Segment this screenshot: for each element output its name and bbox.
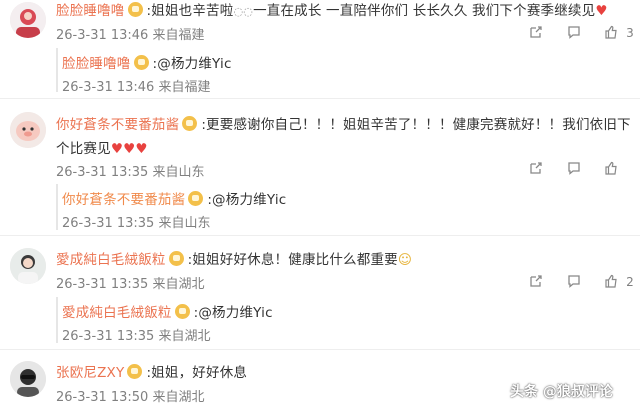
reply-username[interactable]: 脸脸睡噜噜 bbox=[62, 56, 131, 72]
reply-line: 愛成純白毛絨飯粒 :@杨力维Yic bbox=[62, 301, 273, 321]
reply-username[interactable]: 你好蒼条不要番茄酱 bbox=[62, 192, 185, 208]
comment-text: :姐姐也辛苦啦 bbox=[146, 3, 234, 19]
avatar[interactable] bbox=[10, 2, 46, 38]
reply-line: 你好蒼条不要番茄酱 :@杨力维Yic bbox=[62, 188, 286, 208]
fan-badge-icon bbox=[182, 116, 198, 131]
reply-divider bbox=[56, 297, 58, 343]
fan-badge-icon bbox=[127, 364, 143, 379]
like-count: 2 bbox=[626, 275, 634, 289]
avatar-image bbox=[10, 361, 46, 397]
heart-emoji-icon: ♥♥♥ bbox=[110, 141, 148, 157]
fan-badge-icon bbox=[133, 55, 149, 70]
comment-meta: 26-3-31 13:35 来自山东 bbox=[56, 165, 205, 180]
reply-divider bbox=[56, 48, 58, 92]
comment-username[interactable]: 愛成純白毛絨飯粒 bbox=[56, 252, 166, 268]
comment-text: :更要感谢你自己！！！姐姐辛苦了！！！健康完赛就好！！我们依旧下 bbox=[201, 117, 631, 133]
reply-divider bbox=[56, 184, 58, 230]
comment-separator bbox=[0, 349, 640, 350]
share-icon[interactable] bbox=[529, 161, 543, 175]
fan-badge-icon bbox=[127, 2, 143, 17]
comment-line-2: 个比赛见♥♥♥ bbox=[56, 137, 148, 157]
comment-username[interactable]: 张欧尼ZXY bbox=[56, 365, 124, 381]
comment-actions: 3 bbox=[529, 25, 634, 40]
reply-text: :@杨力维Yic bbox=[152, 56, 232, 72]
smile-emoji-icon: ☺ bbox=[397, 252, 413, 268]
comment-actions: 2 bbox=[529, 274, 634, 289]
comment-line: 脸脸睡噜噜 :姐姐也辛苦啦◌◌一直在成长 一直陪伴你们 长长久久 我们下个赛季继续… bbox=[56, 0, 608, 19]
fan-badge-icon bbox=[188, 191, 204, 206]
comment-text: :姐姐，好好休息 bbox=[146, 365, 248, 381]
comment-icon[interactable] bbox=[567, 274, 581, 288]
comment-meta: 26-3-31 13:50 来自湖北 bbox=[56, 390, 205, 405]
reply-line: 脸脸睡噜噜 :@杨力维Yic bbox=[62, 52, 232, 72]
thumbs-up-icon[interactable] bbox=[604, 25, 618, 39]
avatar[interactable] bbox=[10, 112, 46, 148]
avatar[interactable] bbox=[10, 248, 46, 284]
comment-icon[interactable] bbox=[567, 161, 581, 175]
comment-meta: 26-3-31 13:46 来自福建 bbox=[56, 28, 205, 43]
reply-meta: 26-3-31 13:35 来自湖北 bbox=[62, 329, 211, 344]
avatar[interactable] bbox=[10, 361, 46, 397]
share-icon[interactable] bbox=[529, 274, 543, 288]
reply-meta: 26-3-31 13:46 来自福建 bbox=[62, 80, 211, 95]
comment-line: 愛成純白毛絨飯粒 :姐姐好好休息！健康比什么都重要☺ bbox=[56, 248, 412, 268]
comment-meta: 26-3-31 13:35 来自湖北 bbox=[56, 277, 205, 292]
share-icon[interactable] bbox=[529, 25, 543, 39]
fan-badge-icon bbox=[168, 251, 184, 266]
fan-badge-icon bbox=[174, 304, 190, 319]
comment-username[interactable]: 你好蒼条不要番茄酱 bbox=[56, 117, 179, 133]
emoji-icon: ◌◌ bbox=[233, 5, 254, 18]
reply-text: :@杨力维Yic bbox=[207, 192, 287, 208]
comment-text-continued: 个比赛见 bbox=[56, 141, 111, 157]
thumbs-up-icon[interactable] bbox=[604, 161, 618, 175]
comment-icon[interactable] bbox=[567, 25, 581, 39]
avatar-image bbox=[10, 112, 46, 148]
comment-line: 你好蒼条不要番茄酱 :更要感谢你自己！！！姐姐辛苦了！！！健康完赛就好！！我们依旧… bbox=[56, 113, 631, 133]
heart-emoji-icon: ♥ bbox=[595, 3, 608, 19]
reply-meta: 26-3-31 13:35 来自山东 bbox=[62, 216, 211, 231]
thumbs-up-icon[interactable] bbox=[604, 274, 618, 288]
comment-separator bbox=[0, 98, 640, 99]
comment-text: :姐姐好好休息！健康比什么都重要 bbox=[187, 252, 398, 268]
comment-separator bbox=[0, 235, 640, 236]
comment-username[interactable]: 脸脸睡噜噜 bbox=[56, 3, 125, 19]
comment-text-continued: 一直在成长 一直陪伴你们 长长久久 我们下个赛季继续见 bbox=[253, 3, 596, 19]
like-count: 3 bbox=[626, 26, 634, 40]
avatar-image bbox=[10, 248, 46, 284]
watermark: 头条 @狼叔评论 bbox=[510, 384, 613, 400]
avatar-image bbox=[10, 2, 46, 38]
comment-line: 张欧尼ZXY :姐姐，好好休息 bbox=[56, 361, 247, 381]
reply-username[interactable]: 愛成純白毛絨飯粒 bbox=[62, 305, 172, 321]
reply-text: :@杨力维Yic bbox=[193, 305, 273, 321]
comment-actions bbox=[529, 161, 618, 176]
